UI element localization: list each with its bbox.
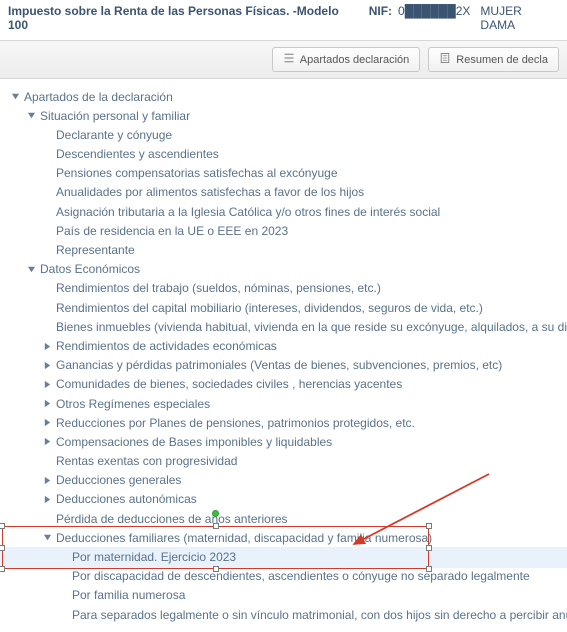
tree-node-collapsed[interactable]: Comunidades de bienes, sociedades civile… [42, 375, 561, 394]
chevron-right-icon [42, 399, 52, 409]
tree-node-label: Compensaciones de Bases imponibles y liq… [56, 434, 332, 450]
chevron-right-icon [42, 437, 52, 447]
tree-root[interactable]: Apartados de la declaración [10, 87, 561, 106]
nif-name: MUJER DAMA [480, 4, 559, 32]
tree-leaf[interactable]: Asignación tributaria a la Iglesia Catól… [42, 202, 561, 221]
tree-leaf-label: Bienes inmuebles (vivienda habitual, viv… [56, 319, 567, 335]
chevron-down-icon [10, 92, 20, 102]
tree-leaf[interactable]: Para separados legalmente o sin vínculo … [58, 605, 561, 624]
tree-node-collapsed[interactable]: Rendimientos de actividades económicas [42, 336, 561, 355]
tree-node-collapsed[interactable]: Ganancias y pérdidas patrimoniales (Vent… [42, 356, 561, 375]
tree-node-label: Deducciones generales [56, 472, 181, 488]
chevron-right-icon [42, 475, 52, 485]
tree-leaf[interactable]: Rentas exentas con progresividad [42, 452, 561, 471]
chevron-down-icon [42, 533, 52, 543]
chevron-down-icon [26, 264, 36, 274]
annotation-resize-handle [0, 523, 5, 529]
tree-leaf[interactable]: Descendientes y ascendientes [42, 145, 561, 164]
chevron-right-icon [42, 379, 52, 389]
tree-container: Apartados de la declaración Situación pe… [0, 79, 567, 632]
tree-leaf-label: Descendientes y ascendientes [56, 146, 219, 162]
tree-leaf[interactable]: Anualidades por alimentos satisfechas a … [42, 183, 561, 202]
tree-leaf[interactable]: Declarante y cónyuge [42, 125, 561, 144]
tree-leaf-label: Rentas exentas con progresividad [56, 453, 237, 469]
tree-leaf[interactable]: Rendimientos del trabajo (sueldos, nómin… [42, 279, 561, 298]
tree-node-datos[interactable]: Datos Económicos [26, 260, 561, 279]
tree-node-label: Ganancias y pérdidas patrimoniales (Vent… [56, 357, 502, 373]
tree-leaf[interactable]: Por discapacidad de descendientes, ascen… [58, 567, 561, 586]
tree-leaf[interactable]: Representante [42, 241, 561, 260]
chevron-right-icon [42, 495, 52, 505]
tree-node-label: Situación personal y familiar [40, 108, 190, 124]
chevron-down-icon [26, 111, 36, 121]
tree-node-situacion[interactable]: Situación personal y familiar [26, 106, 561, 125]
tree-node-collapsed[interactable]: Reducciones por Planes de pensiones, pat… [42, 413, 561, 432]
tree-node-collapsed[interactable]: Deducciones autonómicas [42, 490, 561, 509]
tree-leaf-label: Por discapacidad de descendientes, ascen… [72, 568, 530, 584]
tree-leaf-label: Para separados legalmente o sin vínculo … [72, 607, 567, 623]
tree-node-label: Rendimientos de actividades económicas [56, 338, 277, 354]
chevron-right-icon [42, 360, 52, 370]
tree-leaf-label: Pérdida de deducciones de años anteriore… [56, 511, 288, 527]
header: Impuesto sobre la Renta de las Personas … [0, 0, 567, 34]
tree-leaf[interactable]: País de residencia en la UE o EEE en 202… [42, 221, 561, 240]
toolbar: Apartados declaración Resumen de decla [0, 40, 567, 79]
tree-root-label: Apartados de la declaración [24, 89, 173, 105]
tree-leaf-label: Declarante y cónyuge [56, 127, 172, 143]
tree-leaf[interactable]: Pérdida de deducciones de años anteriore… [42, 509, 561, 528]
document-icon [439, 52, 451, 67]
tree-leaf-label: Rendimientos del capital mobiliario (int… [56, 300, 483, 316]
list-icon [283, 52, 295, 67]
tree-node-familiares[interactable]: Deducciones familiares (maternidad, disc… [42, 528, 561, 547]
tree-leaf-maternidad[interactable]: Por maternidad. Ejercicio 2023 [58, 548, 561, 567]
tree-leaf-label: País de residencia en la UE o EEE en 202… [56, 223, 288, 239]
tree-leaf-label: Por familia numerosa [72, 587, 185, 603]
sections-button-label: Apartados declaración [300, 54, 409, 66]
tree-leaf-label: Pensiones compensatorias satisfechas al … [56, 165, 338, 181]
tree-leaf[interactable]: Bienes inmuebles (vivienda habitual, viv… [42, 317, 561, 336]
nif-label: NIF: [369, 4, 392, 18]
tree-leaf-label: Anualidades por alimentos satisfechas a … [56, 184, 364, 200]
tree-leaf[interactable]: Pensiones compensatorias satisfechas al … [42, 164, 561, 183]
tree-leaf[interactable]: Rendimientos del capital mobiliario (int… [42, 298, 561, 317]
nif-value: 0██████2X [398, 4, 470, 18]
tree-node-label: Reducciones por Planes de pensiones, pat… [56, 415, 415, 431]
chevron-right-icon [42, 341, 52, 351]
tree-node-label: Deducciones autonómicas [56, 491, 197, 507]
sections-button[interactable]: Apartados declaración [272, 47, 420, 72]
tree-leaf-label: Representante [56, 242, 135, 258]
page-title: Impuesto sobre la Renta de las Personas … [8, 4, 359, 32]
tree-node-collapsed[interactable]: Compensaciones de Bases imponibles y liq… [42, 432, 561, 451]
tree-node-collapsed[interactable]: Otros Regímenes especiales [42, 394, 561, 413]
tree-node-collapsed[interactable]: Deducciones generales [42, 471, 561, 490]
tree-leaf-label: Por maternidad. Ejercicio 2023 [72, 549, 236, 565]
chevron-right-icon [42, 418, 52, 428]
tree-node-label: Deducciones familiares (maternidad, disc… [56, 530, 432, 546]
tree-leaf-label: Asignación tributaria a la Iglesia Catól… [56, 204, 440, 220]
tree-leaf[interactable]: Por familia numerosa [58, 586, 561, 605]
summary-button[interactable]: Resumen de decla [428, 47, 559, 72]
tree-node-label: Comunidades de bienes, sociedades civile… [56, 376, 402, 392]
tree-leaf-label: Rendimientos del trabajo (sueldos, nómin… [56, 280, 381, 296]
tree-node-label: Datos Económicos [40, 261, 140, 277]
tree-node-label: Otros Regímenes especiales [56, 396, 210, 412]
summary-button-label: Resumen de decla [456, 54, 548, 66]
